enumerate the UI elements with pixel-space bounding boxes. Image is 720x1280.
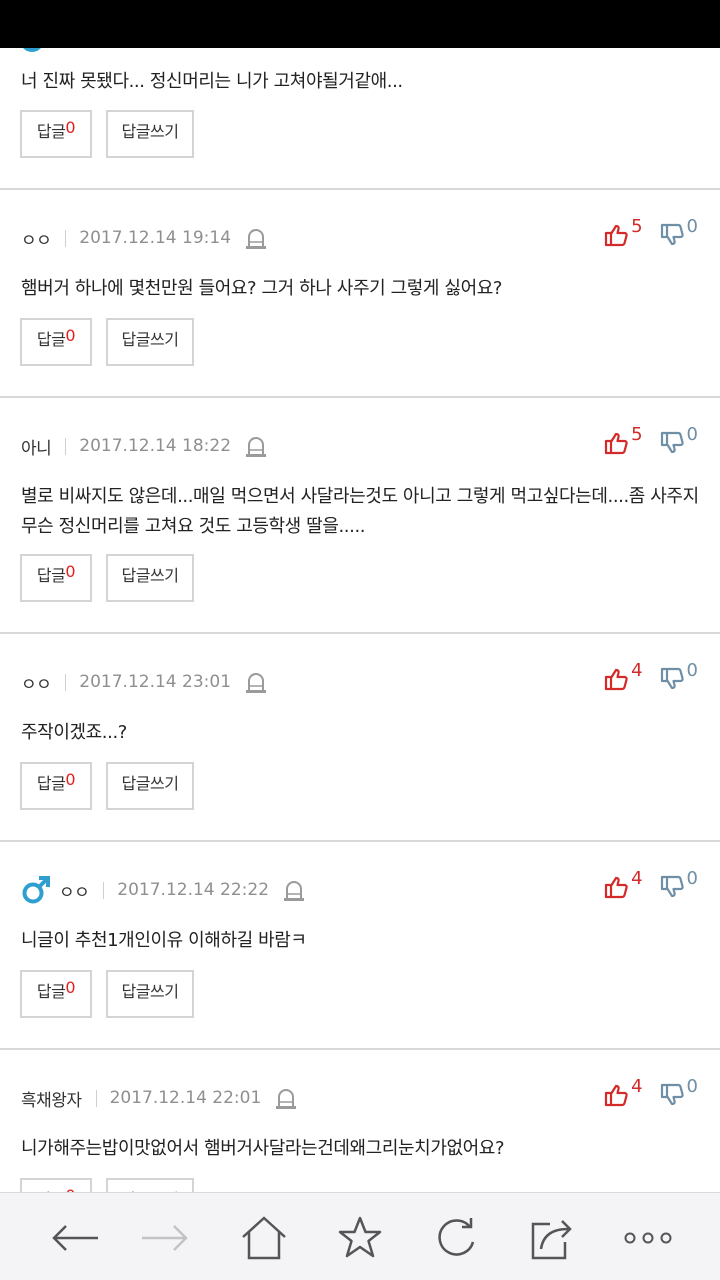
reply-count: 0 bbox=[65, 326, 76, 345]
write-reply-button[interactable]: 답글쓰기 bbox=[106, 318, 194, 366]
comment-text: 너 진짜 못됐다... 정신머리는 니가 고쳐야될거같애... bbox=[21, 71, 403, 92]
like-button[interactable]: 4 bbox=[603, 868, 643, 900]
comment-date: 2017.12.14 19:14 bbox=[79, 228, 232, 248]
write-reply-button[interactable]: 답글쓰기 bbox=[106, 762, 194, 810]
thumbs-down-icon bbox=[660, 1083, 684, 1106]
dislike-button[interactable]: 0 bbox=[659, 424, 698, 456]
like-count: 4 bbox=[631, 868, 643, 889]
separator bbox=[65, 673, 67, 691]
siren-icon[interactable] bbox=[245, 670, 267, 694]
like-count: 4 bbox=[631, 1076, 643, 1097]
thumbs-up-icon bbox=[604, 224, 628, 247]
reply-count-button[interactable]: 답글0 bbox=[20, 970, 92, 1018]
share-icon[interactable] bbox=[528, 1215, 576, 1261]
comment-item: ㅇㅇ 2017.12.14 23:01 4 0 주작이겠죠...? 답글 0 답글… bbox=[0, 634, 720, 842]
comment-item: ㅇㅇ 2017.12.14 22:22 4 0 니글이 추천1개인이유 이해하길… bbox=[0, 842, 720, 1050]
comment-author[interactable]: 아니 bbox=[21, 434, 52, 459]
write-reply-button[interactable]: 답글쓰기 bbox=[106, 970, 194, 1018]
comment-author[interactable]: ㅇㅇ bbox=[59, 878, 90, 903]
reply-count: 0 bbox=[65, 562, 76, 581]
separator bbox=[95, 1089, 97, 1107]
write-reply-button[interactable]: 답글쓰기 bbox=[106, 1178, 194, 1192]
comment-text: 니글이 추천1개인이유 이해하길 바람ㅋ bbox=[21, 930, 307, 951]
home-icon[interactable] bbox=[240, 1215, 288, 1261]
dislike-count: 0 bbox=[686, 216, 698, 237]
dislike-button[interactable]: 0 bbox=[659, 1076, 698, 1108]
siren-icon[interactable] bbox=[245, 434, 267, 458]
comment-text: 햄버거 하나에 몇천만원 들어요? 그거 하나 사주기 그렇게 싫어요? bbox=[21, 278, 503, 299]
dislike-count: 0 bbox=[686, 660, 698, 681]
separator bbox=[65, 437, 67, 455]
comment-text: 니가해주는밥이맛없어서 햄버거사달라는건데왜그리눈치가없어요? bbox=[21, 1138, 505, 1159]
reply-count: 0 bbox=[65, 118, 76, 137]
comment-item: ㅇㅇ 2017.12.14 19:14 5 0 햄버거 하나에 몇천만원 들어요… bbox=[0, 190, 720, 398]
separator bbox=[103, 881, 105, 899]
star-icon[interactable] bbox=[336, 1215, 384, 1261]
siren-icon[interactable] bbox=[283, 878, 305, 902]
reply-count-button[interactable]: 답글0 bbox=[20, 110, 92, 158]
thumbs-up-icon bbox=[604, 1084, 628, 1107]
browser-toolbar bbox=[0, 1192, 720, 1280]
like-button[interactable]: 4 bbox=[603, 660, 643, 692]
thumbs-down-icon bbox=[660, 223, 684, 246]
comment-author[interactable]: 흑채왕자 bbox=[21, 1086, 82, 1111]
reply-label: 답글 bbox=[36, 566, 66, 585]
like-button[interactable]: 4 bbox=[603, 1076, 643, 1108]
comment-date: 2017.12.14 23:01 bbox=[79, 672, 232, 692]
comment-date: 2017.12.14 22:01 bbox=[109, 1088, 262, 1108]
write-reply-button[interactable]: 답글쓰기 bbox=[106, 110, 194, 158]
comment-date: 2017.12.14 22:22 bbox=[117, 880, 270, 900]
comment-author[interactable]: ㅇㅇ bbox=[21, 670, 52, 695]
thumbs-up-icon bbox=[604, 432, 628, 455]
comment-date: 2017.12.14 18:22 bbox=[79, 436, 232, 456]
comment-text: 주작이겠죠...? bbox=[21, 722, 127, 743]
siren-icon[interactable] bbox=[245, 226, 267, 250]
dislike-count: 0 bbox=[686, 868, 698, 889]
comment-author[interactable]: ㅇㅇ bbox=[21, 226, 52, 251]
like-button[interactable]: 5 bbox=[603, 424, 643, 456]
thumbs-up-icon bbox=[604, 668, 628, 691]
dislike-button[interactable]: 0 bbox=[659, 660, 698, 692]
comment-item: 흑채왕자 2017.12.14 22:01 4 0 니가해주는밥이맛없어서 햄버… bbox=[0, 1050, 720, 1192]
dislike-button[interactable]: 0 bbox=[659, 868, 698, 900]
thumbs-down-icon bbox=[660, 667, 684, 690]
reply-count-button[interactable]: 답글0 bbox=[20, 762, 92, 810]
more-icon[interactable] bbox=[624, 1215, 672, 1261]
like-count: 5 bbox=[631, 424, 643, 445]
like-count: 5 bbox=[631, 216, 643, 237]
status-bar bbox=[0, 0, 720, 48]
reply-label: 답글 bbox=[36, 774, 66, 793]
reply-count-button[interactable]: 답글0 bbox=[20, 554, 92, 602]
reply-count-button[interactable]: 답글0 bbox=[20, 1178, 92, 1192]
separator bbox=[65, 229, 67, 247]
thumbs-down-icon bbox=[660, 431, 684, 454]
siren-icon[interactable] bbox=[275, 1086, 297, 1110]
reply-count-button[interactable]: 답글0 bbox=[20, 318, 92, 366]
comment-text: 별로 비싸지도 않은데...매일 먹으면서 사달라는것도 아니고 그렇게 먹고싶… bbox=[21, 486, 699, 537]
reply-label: 답글 bbox=[36, 330, 66, 349]
comment-list: 너 진짜 못됐다... 정신머리는 니가 고쳐야될거같애... 답글 0 답글쓰기… bbox=[0, 48, 720, 1192]
dislike-count: 0 bbox=[686, 1076, 698, 1097]
comment-item: 너 진짜 못됐다... 정신머리는 니가 고쳐야될거같애... 답글 0 답글쓰기 bbox=[0, 48, 720, 190]
forward-icon bbox=[140, 1215, 188, 1261]
like-button[interactable]: 5 bbox=[603, 216, 643, 248]
dislike-button[interactable]: 0 bbox=[659, 216, 698, 248]
comment-item: 아니 2017.12.14 18:22 5 0 별로 비싸지도 않은데...매일… bbox=[0, 398, 720, 634]
avatar bbox=[20, 48, 44, 52]
reply-count: 0 bbox=[65, 978, 76, 997]
thumbs-down-icon bbox=[660, 875, 684, 898]
reply-label: 답글 bbox=[36, 982, 66, 1001]
male-icon bbox=[21, 875, 51, 905]
like-count: 4 bbox=[631, 660, 643, 681]
reply-count: 0 bbox=[65, 770, 76, 789]
write-reply-button[interactable]: 답글쓰기 bbox=[106, 554, 194, 602]
thumbs-up-icon bbox=[604, 876, 628, 899]
refresh-icon[interactable] bbox=[432, 1215, 480, 1261]
back-icon[interactable] bbox=[52, 1215, 100, 1261]
reply-label: 답글 bbox=[36, 122, 66, 141]
dislike-count: 0 bbox=[686, 424, 698, 445]
